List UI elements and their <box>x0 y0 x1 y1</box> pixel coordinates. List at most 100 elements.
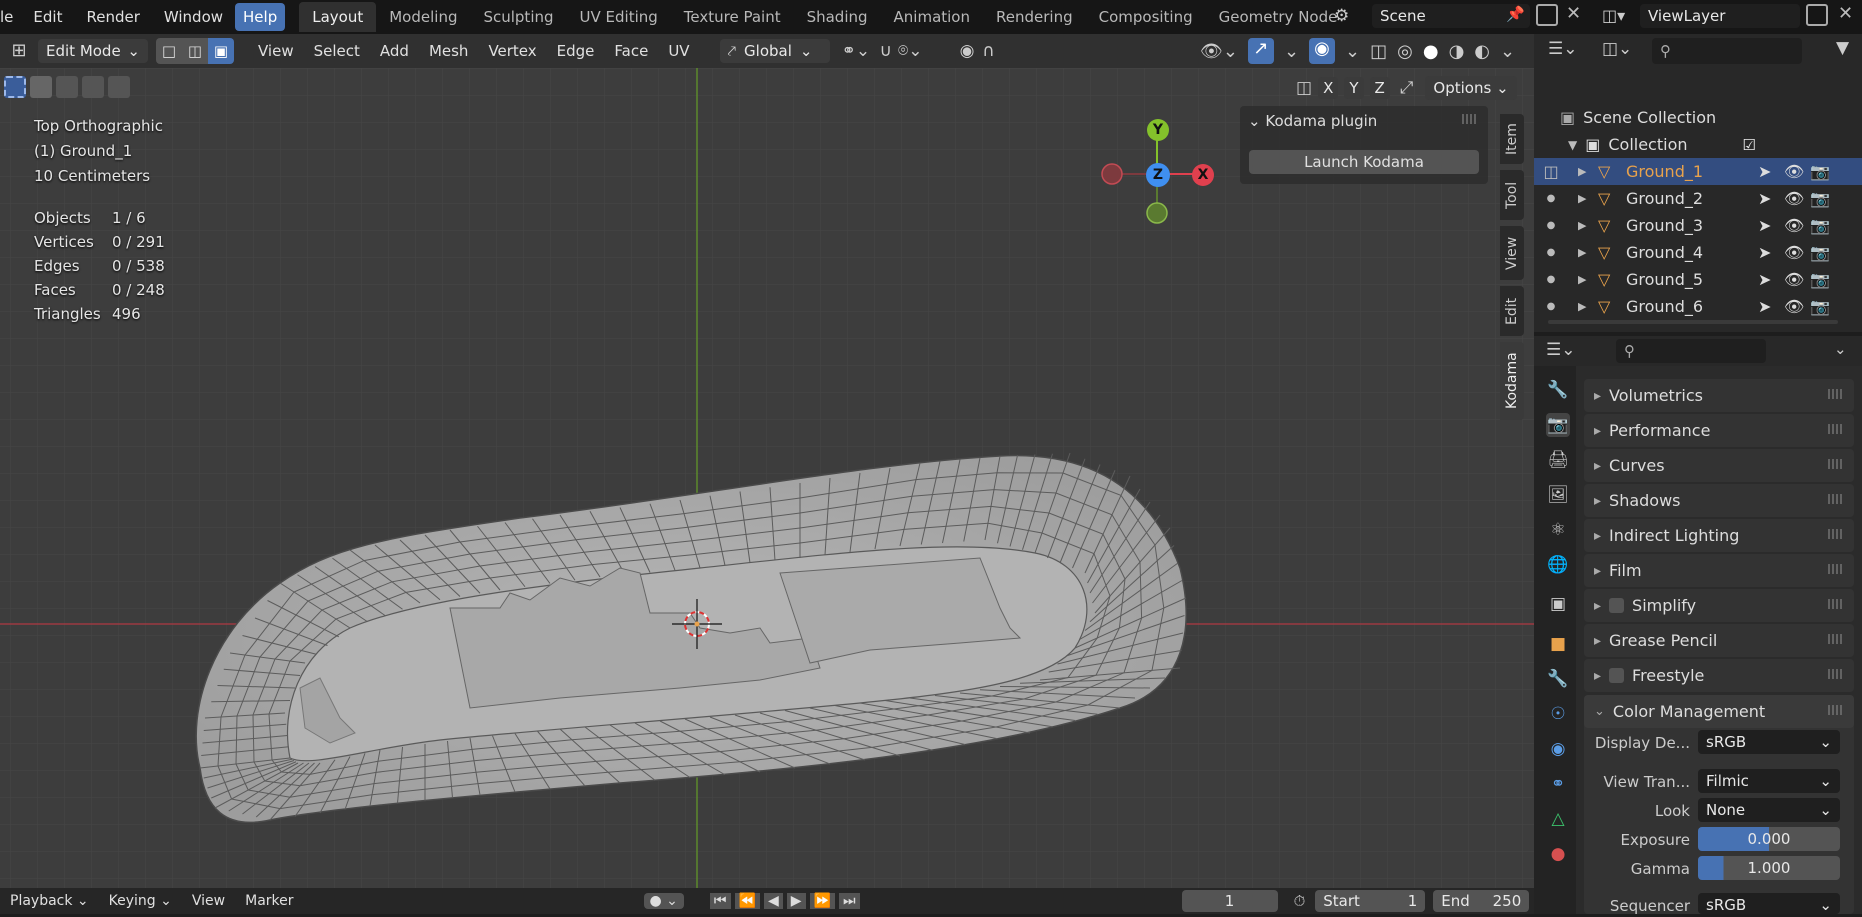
drag-handle-icon[interactable] <box>1828 634 1844 644</box>
close-view-layer-icon[interactable]: ✕ <box>1838 3 1853 24</box>
eye-icon[interactable]: 👁 <box>1784 162 1810 181</box>
tab-shading[interactable]: Shading <box>794 2 881 32</box>
tool-tab-icon[interactable]: 🔧 <box>1546 378 1570 402</box>
particles-tab-icon[interactable]: ☉ <box>1546 702 1570 726</box>
mirror-x[interactable]: X <box>1318 77 1339 99</box>
constraints-tab-icon[interactable]: ⚭ <box>1546 772 1570 796</box>
selectable-icon[interactable]: ➤ <box>1758 270 1784 289</box>
overlay-toggle-icon[interactable]: ◉ <box>1309 38 1336 64</box>
material-tab-icon[interactable]: ● <box>1546 842 1570 866</box>
section-shadows[interactable]: ▸ Shadows <box>1584 484 1854 517</box>
snap-target-icon[interactable]: ⌾⌄ <box>898 41 922 61</box>
jump-start-icon[interactable]: ⏮ <box>709 893 731 909</box>
outliner-object-row[interactable]: ● ▶ ▽ Ground_3 ➤ 👁 📷 <box>1534 212 1862 239</box>
new-scene-icon[interactable] <box>1536 4 1558 26</box>
camera-icon[interactable]: 📷 <box>1810 270 1836 289</box>
dot-icon[interactable]: ● <box>1534 247 1568 258</box>
camera-icon[interactable]: 📷 <box>1810 243 1836 262</box>
menu-edit[interactable]: Edit <box>21 3 74 31</box>
physics-tab-icon[interactable]: ◉ <box>1546 737 1570 761</box>
mirror-z[interactable]: Z <box>1369 77 1390 99</box>
menu-window[interactable]: Window <box>152 3 235 31</box>
render-tab-icon[interactable]: 📷 <box>1546 413 1570 437</box>
select-extend-icon[interactable] <box>30 76 52 98</box>
npanel-tab-kodama[interactable]: Kodama <box>1500 342 1524 420</box>
solid-shading-icon[interactable]: ● <box>1423 41 1439 62</box>
expand-icon[interactable]: ▶ <box>1578 219 1592 232</box>
header-menu-select[interactable]: Select <box>304 42 370 60</box>
gizmo-x-axis[interactable]: X <box>1192 164 1214 186</box>
display-device-select[interactable]: sRGB ⌄ <box>1698 730 1840 754</box>
header-menu-edge[interactable]: Edge <box>547 42 605 60</box>
close-icon[interactable]: ✕ <box>1566 3 1581 24</box>
filter-icon[interactable]: ▼ <box>1836 38 1849 58</box>
select-invert-icon[interactable] <box>82 76 104 98</box>
chevron-down-icon[interactable]: ⌄ <box>1834 340 1847 358</box>
header-menu-mesh[interactable]: Mesh <box>419 42 479 60</box>
npanel-tab-edit[interactable]: Edit <box>1500 286 1524 336</box>
camera-icon[interactable]: 📷 <box>1810 162 1836 181</box>
tab-animation[interactable]: Animation <box>881 2 983 32</box>
snap-icon[interactable]: ∪ <box>880 41 892 61</box>
section-color-management[interactable]: ⌄ Color Management <box>1584 695 1854 728</box>
selectable-icon[interactable]: ➤ <box>1758 243 1784 262</box>
section-performance[interactable]: ▸ Performance <box>1584 414 1854 447</box>
outliner-object-row[interactable]: ◫ ▶ ▽ Ground_1 ➤ 👁 📷 <box>1534 158 1862 185</box>
collection-tab-icon[interactable]: ▣ <box>1546 592 1570 616</box>
expand-icon[interactable]: ▶ <box>1578 273 1592 286</box>
eye-icon[interactable]: 👁 <box>1784 243 1810 262</box>
dot-icon[interactable]: ● <box>1534 301 1568 312</box>
rendered-shading-icon[interactable]: ◐ <box>1474 41 1490 62</box>
section-grease-pencil[interactable]: ▸ Grease Pencil <box>1584 624 1854 657</box>
scene-tab-icon[interactable]: ⚛ <box>1546 518 1570 542</box>
options-dropdown[interactable]: Options ⌄ <box>1425 76 1517 100</box>
tab-compositing[interactable]: Compositing <box>1086 2 1206 32</box>
proportional-edit-icon[interactable]: ◉ <box>960 41 975 61</box>
section-simplify[interactable]: ▸ Simplify <box>1584 589 1854 622</box>
header-menu-uv[interactable]: UV <box>658 42 699 60</box>
drag-handle-icon[interactable] <box>1828 424 1844 434</box>
object-tab-icon[interactable]: ■ <box>1546 632 1570 656</box>
modifier-tab-icon[interactable]: 🔧 <box>1546 667 1570 691</box>
exposure-slider[interactable]: 0.000 <box>1698 827 1840 851</box>
header-menu-view[interactable]: View <box>248 42 304 60</box>
stopwatch-icon[interactable]: ⏱ <box>1294 892 1306 910</box>
visibility-icon[interactable]: 👁⌄ <box>1200 41 1238 62</box>
jump-end-icon[interactable]: ⏭ <box>838 893 860 909</box>
current-frame-field[interactable]: 1 <box>1181 890 1278 912</box>
drag-handle-icon[interactable] <box>1828 459 1844 469</box>
outliner-object-row[interactable]: ● ▶ ▽ Ground_6 ➤ 👁 📷 <box>1534 293 1862 320</box>
section-checkbox[interactable] <box>1609 598 1625 613</box>
view-layer-field[interactable]: ViewLayer <box>1640 4 1800 28</box>
gizmo-z-axis[interactable]: Z <box>1146 163 1170 187</box>
collection-row[interactable]: ▼ ▣ Collection ☑ <box>1534 131 1862 158</box>
face-select-icon[interactable]: ▣ <box>208 38 234 64</box>
chevron-down-icon[interactable]: ⌄ <box>1345 41 1360 62</box>
tab-layout[interactable]: Layout <box>299 2 377 32</box>
gizmo-y-axis[interactable]: Y <box>1147 119 1169 141</box>
data-tab-icon[interactable]: △ <box>1546 807 1570 831</box>
selectable-icon[interactable]: ➤ <box>1758 189 1784 208</box>
filter-view-icon[interactable]: ◫⌄ <box>1602 39 1632 59</box>
scene-collection-row[interactable]: ▣ Scene Collection <box>1534 104 1862 131</box>
drag-handle-icon[interactable] <box>1828 669 1844 679</box>
camera-icon[interactable]: 📷 <box>1810 297 1836 316</box>
vertex-select-icon[interactable]: □ <box>156 38 182 64</box>
selectable-icon[interactable]: ➤ <box>1758 216 1784 235</box>
section-checkbox[interactable] <box>1609 668 1625 683</box>
material-shading-icon[interactable]: ◑ <box>1449 41 1465 62</box>
mirror-icon[interactable]: ◫ <box>1296 78 1312 98</box>
drag-handle-icon[interactable] <box>1828 389 1844 399</box>
expand-icon[interactable]: ▶ <box>1578 246 1592 259</box>
section-curves[interactable]: ▸ Curves <box>1584 449 1854 482</box>
world-tab-icon[interactable]: 🌐 <box>1546 553 1570 577</box>
mode-select[interactable]: Edit Mode ⌄ <box>38 39 148 63</box>
tab-sculpting[interactable]: Sculpting <box>470 2 566 32</box>
wireframe-shading-icon[interactable]: ◎ <box>1397 41 1413 62</box>
section-freestyle[interactable]: ▸ Freestyle <box>1584 659 1854 692</box>
header-menu-add[interactable]: Add <box>370 42 419 60</box>
new-view-layer-icon[interactable] <box>1806 4 1828 26</box>
editor-type-icon[interactable]: ⊞ <box>0 37 38 65</box>
section-indirect-lighting[interactable]: ▸ Indirect Lighting <box>1584 519 1854 552</box>
view-layer-icon[interactable]: ◫▾ <box>1602 3 1638 29</box>
